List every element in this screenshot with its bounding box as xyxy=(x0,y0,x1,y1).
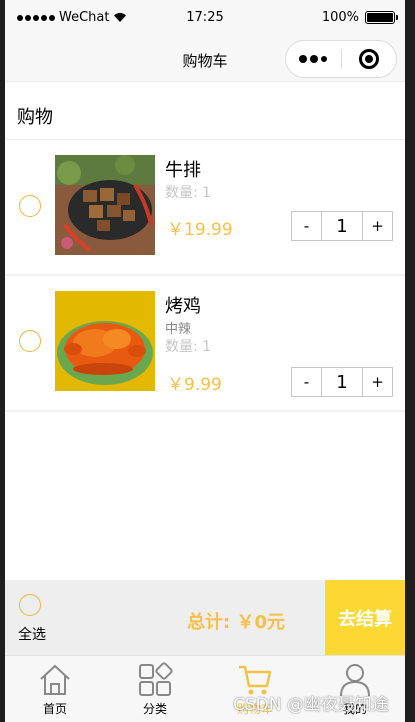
total-price: 总计: ￥0元 xyxy=(187,612,285,633)
select-all-radio[interactable] xyxy=(19,594,41,616)
item-price: ￥19.99 xyxy=(167,220,233,240)
increase-button[interactable]: + xyxy=(363,212,392,240)
checkout-button[interactable]: 去结算 xyxy=(325,580,405,655)
quantity-stepper: - 1 + xyxy=(291,367,393,397)
steak-image xyxy=(55,155,155,255)
cart-item: 烤鸡 中辣 数量: 1 ￥9.99 - 1 + xyxy=(5,276,405,412)
item-spec: 中辣 xyxy=(165,322,192,337)
category-icon xyxy=(139,662,173,696)
tab-home[interactable]: 首页 xyxy=(5,656,105,722)
decrease-button[interactable]: - xyxy=(292,212,321,240)
close-target-icon xyxy=(358,49,379,69)
item-quantity-label: 数量: 1 xyxy=(165,339,212,355)
close-miniprogram-button[interactable] xyxy=(342,41,397,77)
item-quantity-label: 数量: 1 xyxy=(165,185,212,201)
quantity-input[interactable]: 1 xyxy=(321,212,363,240)
status-bar: WeChat 17:25 100% xyxy=(5,0,405,38)
quantity-stepper: - 1 + xyxy=(291,211,393,241)
more-menu-button[interactable] xyxy=(286,41,341,77)
home-icon xyxy=(40,664,70,695)
battery-icon xyxy=(365,11,398,24)
item-select-radio[interactable] xyxy=(19,330,41,352)
cart-item: 牛排 数量: 1 ￥19.99 - 1 + xyxy=(5,140,405,276)
csdn-watermark: CSDN @幽夜聂知途 xyxy=(233,695,389,715)
item-select-radio[interactable] xyxy=(19,195,41,217)
increase-button[interactable]: + xyxy=(363,368,392,396)
phone-screen: WeChat 17:25 100% 购物车 购物 牛排 数量: 1 ￥19.99… xyxy=(5,0,405,722)
miniprogram-capsule xyxy=(285,40,397,78)
select-all-label[interactable]: 全选 xyxy=(18,624,46,644)
roast-chicken-image xyxy=(55,291,155,391)
tab-label: 分类 xyxy=(142,702,167,716)
item-price: ￥9.99 xyxy=(167,375,222,395)
navigation-bar: 购物车 xyxy=(5,38,405,82)
section-title: 购物 xyxy=(17,107,53,128)
item-name: 烤鸡 xyxy=(165,296,201,317)
quantity-input[interactable]: 1 xyxy=(321,368,363,396)
tab-label: 首页 xyxy=(42,702,67,716)
battery-area: 100% xyxy=(321,10,398,25)
decrease-button[interactable]: - xyxy=(292,368,321,396)
tab-category[interactable]: 分类 xyxy=(105,656,205,722)
checkout-bar: 全选 总计: ￥0元 去结算 xyxy=(5,580,405,655)
cart-section-header: 购物 xyxy=(5,88,405,140)
battery-percent: 100% xyxy=(321,10,359,25)
item-name: 牛排 xyxy=(165,160,201,181)
